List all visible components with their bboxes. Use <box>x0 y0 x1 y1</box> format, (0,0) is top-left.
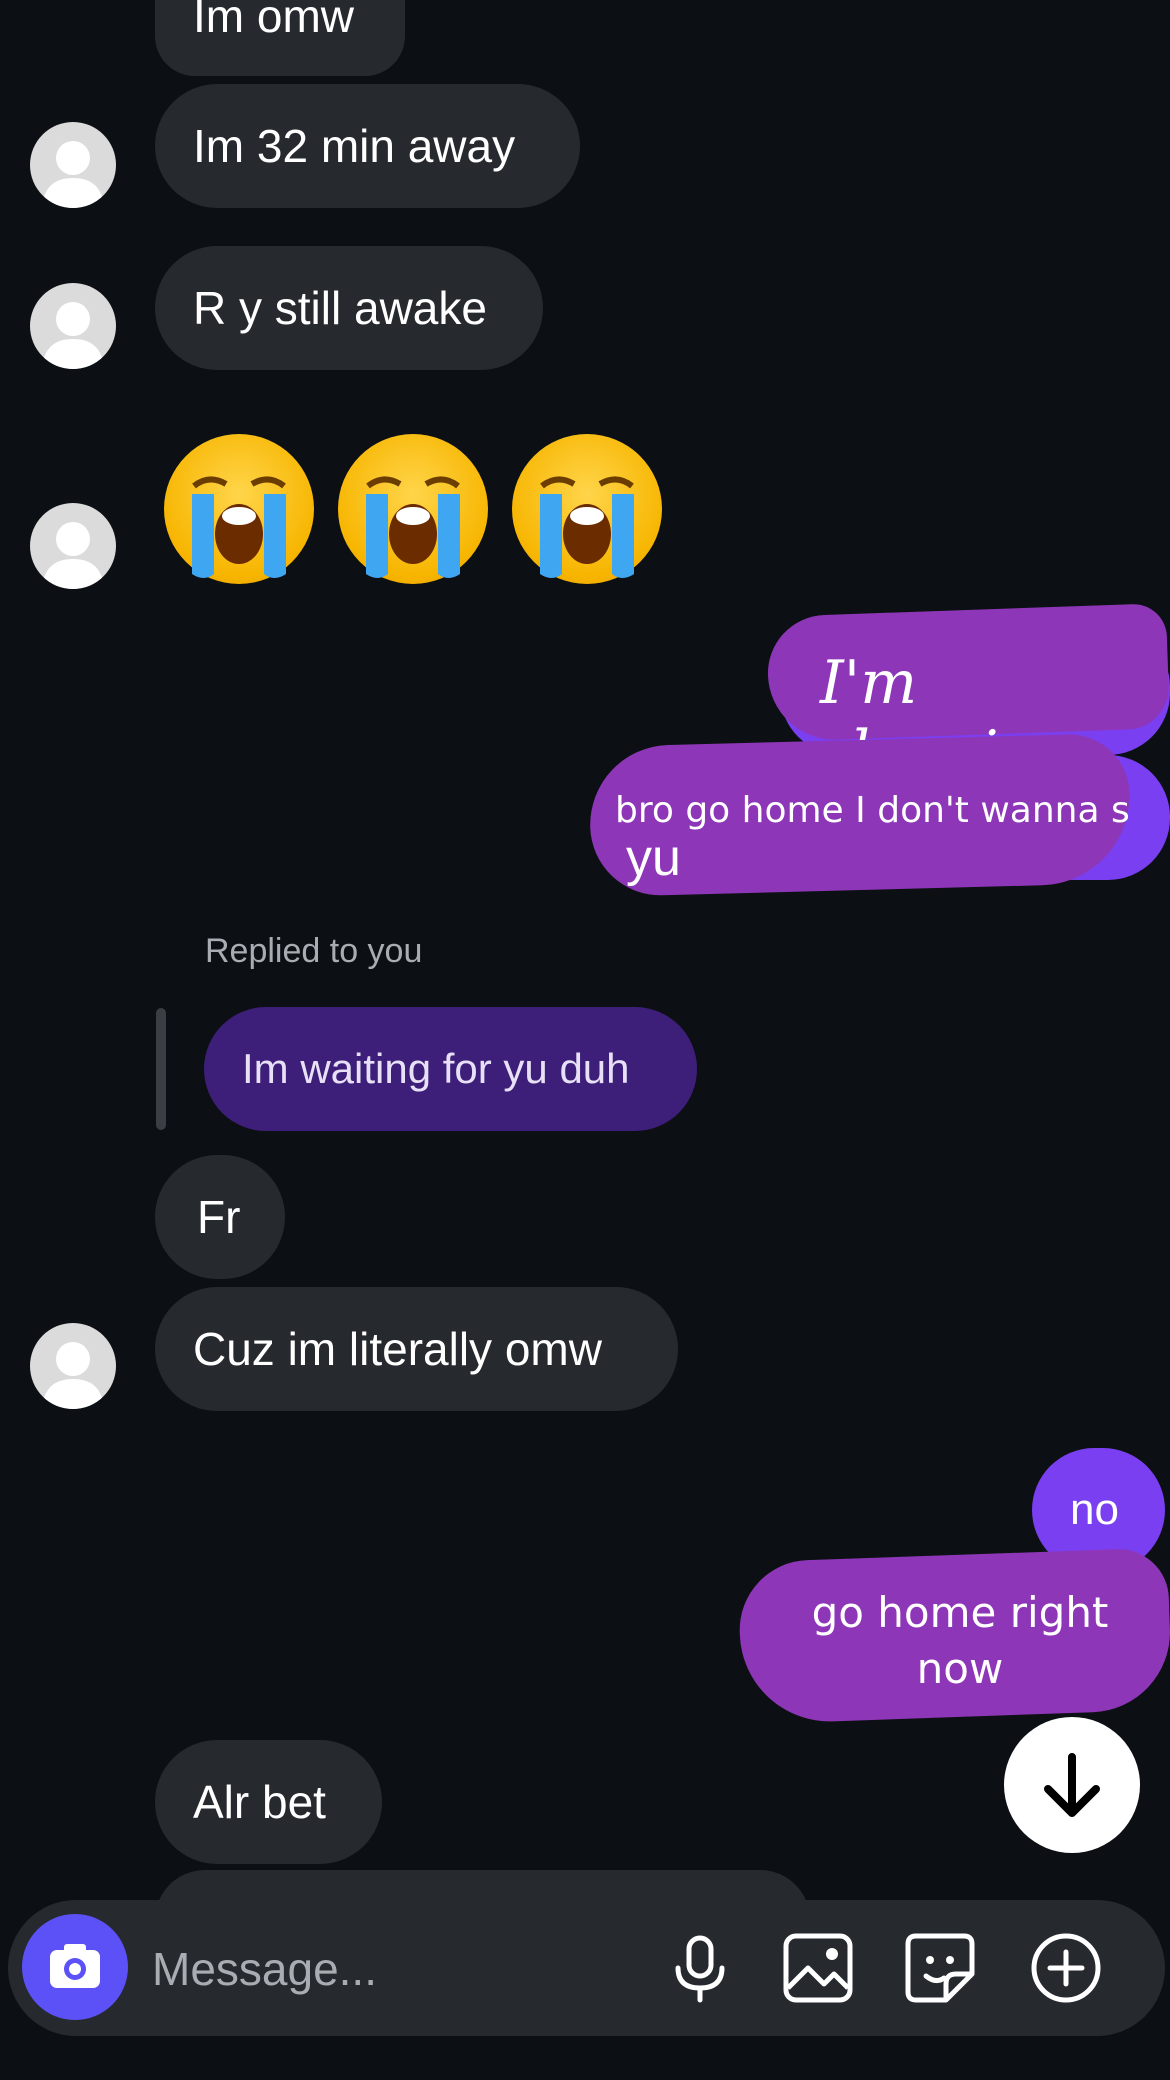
message-input[interactable] <box>150 1930 654 2008</box>
gallery-button[interactable] <box>778 1928 858 2008</box>
avatar[interactable] <box>30 122 116 208</box>
outgoing-message-text: go home right now <box>780 1585 1140 1697</box>
gallery-icon <box>783 1933 853 2003</box>
loudly-crying-face-icon <box>164 434 314 584</box>
message-text: bro go home I don't wanna s <box>615 790 1130 831</box>
reply-indicator-bar <box>156 1008 166 1130</box>
camera-button[interactable] <box>22 1914 128 2020</box>
sticker-button[interactable] <box>900 1928 980 2008</box>
plus-circle-icon <box>1031 1933 1101 2003</box>
microphone-button[interactable] <box>660 1928 740 2008</box>
message-bubble[interactable]: Alr bet <box>155 1740 382 1864</box>
more-options-button[interactable] <box>1026 1928 1106 2008</box>
sticker-icon <box>905 1933 975 2003</box>
scroll-to-bottom-button[interactable] <box>1004 1717 1140 1853</box>
loudly-crying-face-icon <box>338 434 488 584</box>
default-avatar-icon <box>42 141 104 208</box>
message-text-line: go home right <box>811 1588 1109 1637</box>
message-bubble[interactable]: Im omw <box>155 0 405 76</box>
default-avatar-icon <box>42 522 104 589</box>
replied-to-you-label: Replied to you <box>205 932 423 970</box>
message-text: Fr <box>197 1191 241 1243</box>
message-bubble[interactable]: Im 32 min away <box>155 84 580 208</box>
message-text: Im omw <box>193 0 354 42</box>
message-text: Alr bet <box>193 1776 326 1828</box>
avatar[interactable] <box>30 283 116 369</box>
camera-icon <box>50 1944 100 1988</box>
default-avatar-icon <box>42 1342 104 1409</box>
message-text-line: now <box>916 1644 1004 1693</box>
outgoing-message-text-continued: yu <box>626 829 681 887</box>
message-bubble[interactable]: Cuz im literally omw <box>155 1287 678 1411</box>
message-text: Cuz im literally omw <box>193 1323 602 1375</box>
message-text: no <box>1070 1485 1119 1534</box>
loudly-crying-face-icon <box>512 434 662 584</box>
quoted-message-bubble[interactable]: Im waiting for yu duh <box>204 1007 697 1131</box>
quoted-message-text: Im waiting for yu duh <box>242 1045 630 1092</box>
emoji-message[interactable]: 😭😭😭 <box>160 430 670 590</box>
outgoing-message-text: bro go home I don't wanna s <box>615 790 1170 831</box>
message-bubble[interactable]: R y still awake <box>155 246 543 370</box>
message-bubble[interactable]: Fr <box>155 1155 285 1279</box>
avatar[interactable] <box>30 1323 116 1409</box>
message-text: R y still awake <box>193 282 487 334</box>
microphone-icon <box>675 1935 725 2003</box>
message-text: Im 32 min away <box>193 120 516 172</box>
arrow-down-icon <box>1044 1753 1100 1817</box>
default-avatar-icon <box>42 302 104 369</box>
avatar[interactable] <box>30 503 116 589</box>
